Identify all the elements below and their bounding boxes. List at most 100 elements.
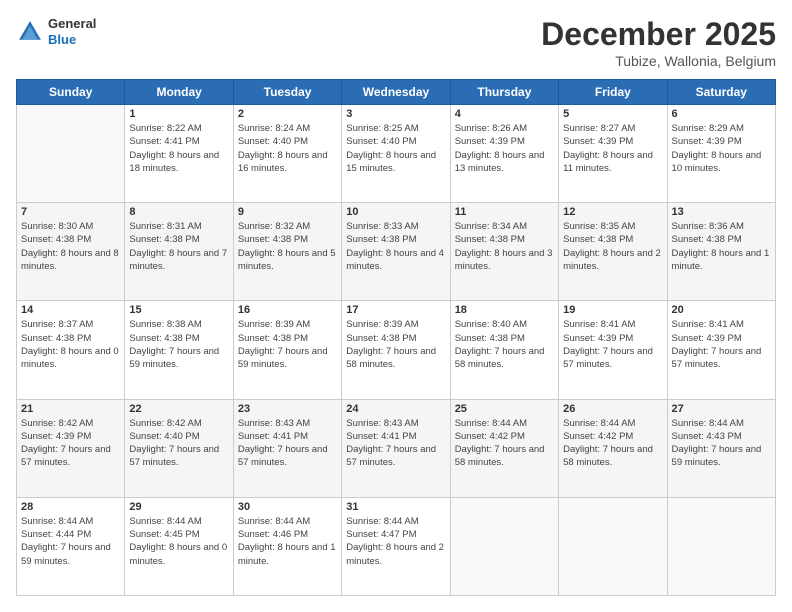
day-info: Sunrise: 8:22 AMSunset: 4:41 PMDaylight:… — [129, 122, 228, 175]
day-info: Sunrise: 8:27 AMSunset: 4:39 PMDaylight:… — [563, 122, 662, 175]
day-info: Sunrise: 8:42 AMSunset: 4:39 PMDaylight:… — [21, 417, 120, 470]
day-info: Sunrise: 8:44 AMSunset: 4:45 PMDaylight:… — [129, 515, 228, 568]
logo: General Blue — [16, 16, 96, 47]
day-number: 26 — [563, 403, 662, 415]
day-info: Sunrise: 8:40 AMSunset: 4:38 PMDaylight:… — [455, 318, 554, 371]
day-info: Sunrise: 8:38 AMSunset: 4:38 PMDaylight:… — [129, 318, 228, 371]
cell-4-3: 31 Sunrise: 8:44 AMSunset: 4:47 PMDayligh… — [342, 497, 450, 595]
header-friday: Friday — [559, 80, 667, 105]
cell-0-5: 5 Sunrise: 8:27 AMSunset: 4:39 PMDaylight… — [559, 105, 667, 203]
day-info: Sunrise: 8:37 AMSunset: 4:38 PMDaylight:… — [21, 318, 120, 371]
day-number: 7 — [21, 206, 120, 218]
title-section: December 2025 Tubize, Wallonia, Belgium — [541, 16, 776, 69]
day-number: 28 — [21, 501, 120, 513]
cell-0-6: 6 Sunrise: 8:29 AMSunset: 4:39 PMDaylight… — [667, 105, 775, 203]
week-row-4: 21 Sunrise: 8:42 AMSunset: 4:39 PMDayligh… — [17, 399, 776, 497]
day-info: Sunrise: 8:31 AMSunset: 4:38 PMDaylight:… — [129, 220, 228, 273]
day-number: 22 — [129, 403, 228, 415]
location-subtitle: Tubize, Wallonia, Belgium — [541, 53, 776, 69]
day-info: Sunrise: 8:34 AMSunset: 4:38 PMDaylight:… — [455, 220, 554, 273]
cell-4-2: 30 Sunrise: 8:44 AMSunset: 4:46 PMDayligh… — [233, 497, 341, 595]
day-info: Sunrise: 8:44 AMSunset: 4:46 PMDaylight:… — [238, 515, 337, 568]
day-number: 15 — [129, 304, 228, 316]
day-number: 4 — [455, 108, 554, 120]
cell-2-3: 17 Sunrise: 8:39 AMSunset: 4:38 PMDayligh… — [342, 301, 450, 399]
day-number: 19 — [563, 304, 662, 316]
cell-2-4: 18 Sunrise: 8:40 AMSunset: 4:38 PMDayligh… — [450, 301, 558, 399]
day-info: Sunrise: 8:39 AMSunset: 4:38 PMDaylight:… — [238, 318, 337, 371]
day-info: Sunrise: 8:44 AMSunset: 4:47 PMDaylight:… — [346, 515, 445, 568]
day-info: Sunrise: 8:42 AMSunset: 4:40 PMDaylight:… — [129, 417, 228, 470]
day-number: 31 — [346, 501, 445, 513]
header-monday: Monday — [125, 80, 233, 105]
cell-0-3: 3 Sunrise: 8:25 AMSunset: 4:40 PMDaylight… — [342, 105, 450, 203]
cell-2-6: 20 Sunrise: 8:41 AMSunset: 4:39 PMDayligh… — [667, 301, 775, 399]
day-number: 13 — [672, 206, 771, 218]
day-info: Sunrise: 8:43 AMSunset: 4:41 PMDaylight:… — [346, 417, 445, 470]
cell-4-4 — [450, 497, 558, 595]
week-row-2: 7Sunrise: 8:30 AMSunset: 4:38 PMDaylight… — [17, 203, 776, 301]
day-info: Sunrise: 8:29 AMSunset: 4:39 PMDaylight:… — [672, 122, 771, 175]
cell-2-5: 19 Sunrise: 8:41 AMSunset: 4:39 PMDayligh… — [559, 301, 667, 399]
cell-1-1: 8 Sunrise: 8:31 AMSunset: 4:38 PMDaylight… — [125, 203, 233, 301]
day-number: 10 — [346, 206, 445, 218]
cell-2-0: 14Sunrise: 8:37 AMSunset: 4:38 PMDayligh… — [17, 301, 125, 399]
cell-4-5 — [559, 497, 667, 595]
day-number: 9 — [238, 206, 337, 218]
cell-3-6: 27Sunrise: 8:44 AMSunset: 4:43 PMDayligh… — [667, 399, 775, 497]
cell-1-2: 9 Sunrise: 8:32 AMSunset: 4:38 PMDaylight… — [233, 203, 341, 301]
day-info: Sunrise: 8:44 AMSunset: 4:42 PMDaylight:… — [455, 417, 554, 470]
day-number: 8 — [129, 206, 228, 218]
day-info: Sunrise: 8:32 AMSunset: 4:38 PMDaylight:… — [238, 220, 337, 273]
day-number: 21 — [21, 403, 120, 415]
day-number: 18 — [455, 304, 554, 316]
day-number: 20 — [672, 304, 771, 316]
cell-0-4: 4Sunrise: 8:26 AMSunset: 4:39 PMDaylight… — [450, 105, 558, 203]
day-info: Sunrise: 8:41 AMSunset: 4:39 PMDaylight:… — [672, 318, 771, 371]
page: General Blue December 2025 Tubize, Wallo… — [0, 0, 792, 612]
day-number: 12 — [563, 206, 662, 218]
week-row-5: 28Sunrise: 8:44 AMSunset: 4:44 PMDayligh… — [17, 497, 776, 595]
day-number: 3 — [346, 108, 445, 120]
logo-text: General Blue — [48, 16, 96, 47]
day-info: Sunrise: 8:41 AMSunset: 4:39 PMDaylight:… — [563, 318, 662, 371]
day-number: 6 — [672, 108, 771, 120]
calendar-table: Sunday Monday Tuesday Wednesday Thursday… — [16, 79, 776, 596]
day-number: 5 — [563, 108, 662, 120]
day-info: Sunrise: 8:25 AMSunset: 4:40 PMDaylight:… — [346, 122, 445, 175]
cell-1-0: 7Sunrise: 8:30 AMSunset: 4:38 PMDaylight… — [17, 203, 125, 301]
cell-3-3: 24 Sunrise: 8:43 AMSunset: 4:41 PMDayligh… — [342, 399, 450, 497]
day-number: 24 — [346, 403, 445, 415]
day-info: Sunrise: 8:36 AMSunset: 4:38 PMDaylight:… — [672, 220, 771, 273]
day-info: Sunrise: 8:44 AMSunset: 4:42 PMDaylight:… — [563, 417, 662, 470]
day-number: 11 — [455, 206, 554, 218]
cell-2-1: 15 Sunrise: 8:38 AMSunset: 4:38 PMDayligh… — [125, 301, 233, 399]
day-info: Sunrise: 8:39 AMSunset: 4:38 PMDaylight:… — [346, 318, 445, 371]
cell-2-2: 16 Sunrise: 8:39 AMSunset: 4:38 PMDayligh… — [233, 301, 341, 399]
cell-3-5: 26 Sunrise: 8:44 AMSunset: 4:42 PMDayligh… — [559, 399, 667, 497]
day-number: 1 — [129, 108, 228, 120]
day-number: 16 — [238, 304, 337, 316]
cell-3-0: 21 Sunrise: 8:42 AMSunset: 4:39 PMDayligh… — [17, 399, 125, 497]
day-number: 30 — [238, 501, 337, 513]
cell-3-2: 23 Sunrise: 8:43 AMSunset: 4:41 PMDayligh… — [233, 399, 341, 497]
day-info: Sunrise: 8:43 AMSunset: 4:41 PMDaylight:… — [238, 417, 337, 470]
cell-4-6 — [667, 497, 775, 595]
day-number: 27 — [672, 403, 771, 415]
day-number: 17 — [346, 304, 445, 316]
logo-blue: Blue — [48, 32, 96, 48]
logo-icon — [16, 18, 44, 46]
header-thursday: Thursday — [450, 80, 558, 105]
header-sunday: Sunday — [17, 80, 125, 105]
cell-4-1: 29Sunrise: 8:44 AMSunset: 4:45 PMDayligh… — [125, 497, 233, 595]
cell-3-1: 22 Sunrise: 8:42 AMSunset: 4:40 PMDayligh… — [125, 399, 233, 497]
day-number: 23 — [238, 403, 337, 415]
week-row-3: 14Sunrise: 8:37 AMSunset: 4:38 PMDayligh… — [17, 301, 776, 399]
cell-1-3: 10Sunrise: 8:33 AMSunset: 4:38 PMDayligh… — [342, 203, 450, 301]
cell-1-4: 11 Sunrise: 8:34 AMSunset: 4:38 PMDayligh… — [450, 203, 558, 301]
logo-general: General — [48, 16, 96, 32]
header-wednesday: Wednesday — [342, 80, 450, 105]
day-info: Sunrise: 8:35 AMSunset: 4:38 PMDaylight:… — [563, 220, 662, 273]
cell-1-6: 13 Sunrise: 8:36 AMSunset: 4:38 PMDayligh… — [667, 203, 775, 301]
day-info: Sunrise: 8:24 AMSunset: 4:40 PMDaylight:… — [238, 122, 337, 175]
